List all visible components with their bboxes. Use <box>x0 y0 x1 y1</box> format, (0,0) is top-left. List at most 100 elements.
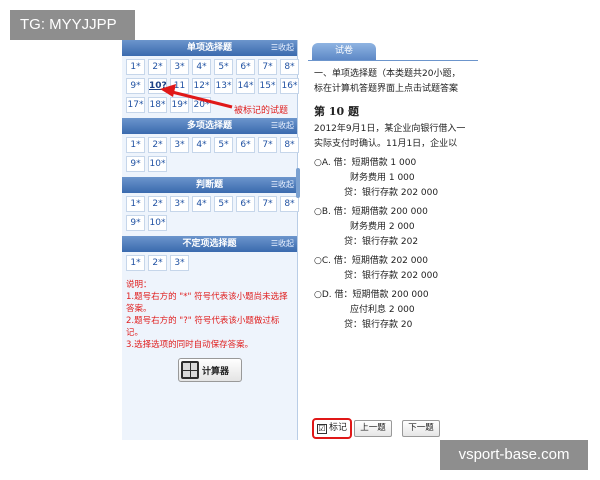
calculator-button[interactable]: 计算器 <box>178 358 242 382</box>
question-number-button[interactable]: 1* <box>126 137 145 153</box>
question-number-button[interactable]: 4* <box>192 137 211 153</box>
question-number-button[interactable]: 9* <box>126 215 145 231</box>
question-number-button[interactable]: 11 <box>170 78 189 94</box>
question-number: 第 10 题 <box>314 105 359 118</box>
question-number-button[interactable]: 2* <box>148 137 167 153</box>
question-number-button[interactable]: 6* <box>236 196 255 212</box>
option-line: 财务费用 1 000 <box>350 173 415 183</box>
question-number-button[interactable]: 5* <box>214 59 233 75</box>
question-number-button[interactable]: 9* <box>126 156 145 172</box>
question-number-button[interactable]: 6* <box>236 137 255 153</box>
question-navigator: 单项选择题 ☰收起 1* 2* 3* 4* 5* 6* 7* 8* 9* 10? 11 12* 13* 1… <box>122 40 299 440</box>
collapse-button[interactable]: ☰收起 <box>271 40 294 56</box>
question-number-button[interactable]: 17* <box>126 97 145 113</box>
question-number-button[interactable]: 5* <box>214 196 233 212</box>
question-number-button[interactable]: 16* <box>280 78 299 94</box>
section-title: 多项选择题 <box>186 121 232 131</box>
section-title: 判断题 <box>195 180 223 190</box>
question-number-button[interactable]: 10? <box>148 78 167 94</box>
question-number-button[interactable]: 8* <box>280 59 299 75</box>
section-intro: 标在计算机答题界面上点击试题答案 <box>314 84 459 94</box>
note-line: 1.题号右方的 "*" 符号代表该小题尚未选择答案。 <box>126 292 288 314</box>
question-number-button[interactable]: 1* <box>126 255 145 271</box>
question-number-button[interactable]: 8* <box>280 137 299 153</box>
stem-line: 实际支付时确认。11月1日，企业以 <box>314 139 458 149</box>
section-title: 不定项选择题 <box>182 239 237 249</box>
calculator-icon <box>181 361 199 379</box>
question-grid-judge: 1* 2* 3* 4* 5* 6* 7* 8* 9* 10* <box>122 193 299 236</box>
collapse-button[interactable]: ☰收起 <box>271 177 294 193</box>
watermark-top: TG: MYYJJPP <box>10 10 135 40</box>
question-number-button[interactable]: 12* <box>192 78 211 94</box>
section-title: 单项选择题 <box>186 43 232 53</box>
question-number-button[interactable]: 3* <box>170 59 189 75</box>
question-number-button[interactable]: 7* <box>258 59 277 75</box>
option-line: 贷：银行存款 20 <box>344 320 413 330</box>
question-number-button[interactable]: 14* <box>236 78 255 94</box>
note-line: 3.选择选项的同时自动保存答案。 <box>126 340 254 350</box>
question-number-button[interactable]: 19* <box>170 97 189 113</box>
section-header-indef: 不定项选择题 ☰收起 <box>122 236 297 252</box>
question-number-button[interactable]: 13* <box>214 78 233 94</box>
question-number-button[interactable]: 3* <box>170 196 189 212</box>
section-header-judge: 判断题 ☰收起 <box>122 177 297 193</box>
option-line: 贷：银行存款 202 000 <box>344 188 439 198</box>
prev-question-button[interactable]: 上一题 <box>354 420 392 437</box>
panel-splitter-handle[interactable] <box>296 168 300 198</box>
option-line: 财务费用 2 000 <box>350 222 415 232</box>
question-number-button[interactable]: 2* <box>148 255 167 271</box>
question-number-button[interactable]: 4* <box>192 196 211 212</box>
section-intro: 一、单项选择题（本类题共20小题， <box>314 69 461 79</box>
note-line: 说明： <box>126 280 152 290</box>
collapse-button[interactable]: ☰收起 <box>271 118 294 134</box>
question-number-button[interactable]: 10* <box>148 156 167 172</box>
option-line: ○B. 借：短期借款 200 000 <box>314 207 428 217</box>
question-number-button[interactable]: 5* <box>214 137 233 153</box>
calculator-label: 计算器 <box>202 366 230 377</box>
option-d[interactable]: ○D. 借：短期借款 200 000 应付利息 2 000 贷：银行存款 20 <box>314 288 472 333</box>
question-number-button[interactable]: 3* <box>170 137 189 153</box>
option-a[interactable]: ○A. 借：短期借款 1 000 财务费用 1 000 贷：银行存款 202 0… <box>314 156 472 201</box>
tab-exam-paper[interactable]: 试卷 <box>312 43 376 60</box>
question-number-button[interactable]: 1* <box>126 59 145 75</box>
question-content: 一、单项选择题（本类题共20小题， 标在计算机答题界面上点击试题答案 第 10 … <box>308 61 478 407</box>
annotation-label: 被标记的试题 <box>234 106 289 116</box>
question-number-button[interactable]: 2* <box>148 59 167 75</box>
question-number-button[interactable]: 10* <box>148 215 167 231</box>
instructions-note: 说明： 1.题号右方的 "*" 符号代表该小题尚未选择答案。 2.题号右方的 "… <box>122 276 297 354</box>
question-stem: 2012年9月1日，某企业向银行借入一 实际支付时确认。11月1日，企业以 <box>314 122 472 152</box>
question-number-button[interactable]: 8* <box>280 196 299 212</box>
question-number-button[interactable]: 15* <box>258 78 277 94</box>
question-number-button[interactable]: 9* <box>126 78 145 94</box>
question-row: 9* 10* <box>126 156 297 175</box>
option-b[interactable]: ○B. 借：短期借款 200 000 财务费用 2 000 贷：银行存款 202 <box>314 205 472 250</box>
option-line: ○D. 借：短期借款 200 000 <box>314 290 429 300</box>
question-number-button[interactable]: 3* <box>170 255 189 271</box>
question-number-button[interactable]: 18* <box>148 97 167 113</box>
question-row: 9* 10* <box>126 215 297 234</box>
question-number-button[interactable]: 2* <box>148 196 167 212</box>
section-header-single: 单项选择题 ☰收起 <box>122 40 297 56</box>
exam-paper-panel: 试卷 一、单项选择题（本类题共20小题， 标在计算机答题界面上点击试题答案 第 … <box>308 40 478 440</box>
question-row: 1* 2* 3* 4* 5* 6* 7* 8* <box>126 196 299 215</box>
collapse-button[interactable]: ☰收起 <box>271 236 294 252</box>
stem-line: 2012年9月1日，某企业向银行借入一 <box>314 124 466 134</box>
question-number-button[interactable]: 7* <box>258 196 277 212</box>
question-number-button[interactable]: 6* <box>236 59 255 75</box>
question-row: 1* 2* 3* <box>126 255 297 274</box>
note-line: 2.题号右方的 "?" 符号代表该小题做过标记。 <box>126 316 280 338</box>
section-header-multi: 多项选择题 ☰收起 <box>122 118 297 134</box>
question-number-button[interactable]: 7* <box>258 137 277 153</box>
next-question-button[interactable]: 下一题 <box>402 420 440 437</box>
mark-checkbox[interactable]: ☑ 标记 <box>312 418 352 439</box>
option-line: 贷：银行存款 202 000 <box>344 271 439 281</box>
question-grid-multi: 1* 2* 3* 4* 5* 6* 7* 8* 9* 10* <box>122 134 299 177</box>
checkbox-icon: ☑ <box>317 424 327 434</box>
option-line: ○C. 借：短期借款 202 000 <box>314 256 428 266</box>
question-number-button[interactable]: 4* <box>192 59 211 75</box>
question-number-button[interactable]: 20* <box>192 97 211 113</box>
question-number-button[interactable]: 1* <box>126 196 145 212</box>
question-row: 1* 2* 3* 4* 5* 6* 7* 8* <box>126 59 299 78</box>
option-c[interactable]: ○C. 借：短期借款 202 000 贷：银行存款 202 000 <box>314 254 472 284</box>
option-line: 应付利息 2 000 <box>350 305 415 315</box>
